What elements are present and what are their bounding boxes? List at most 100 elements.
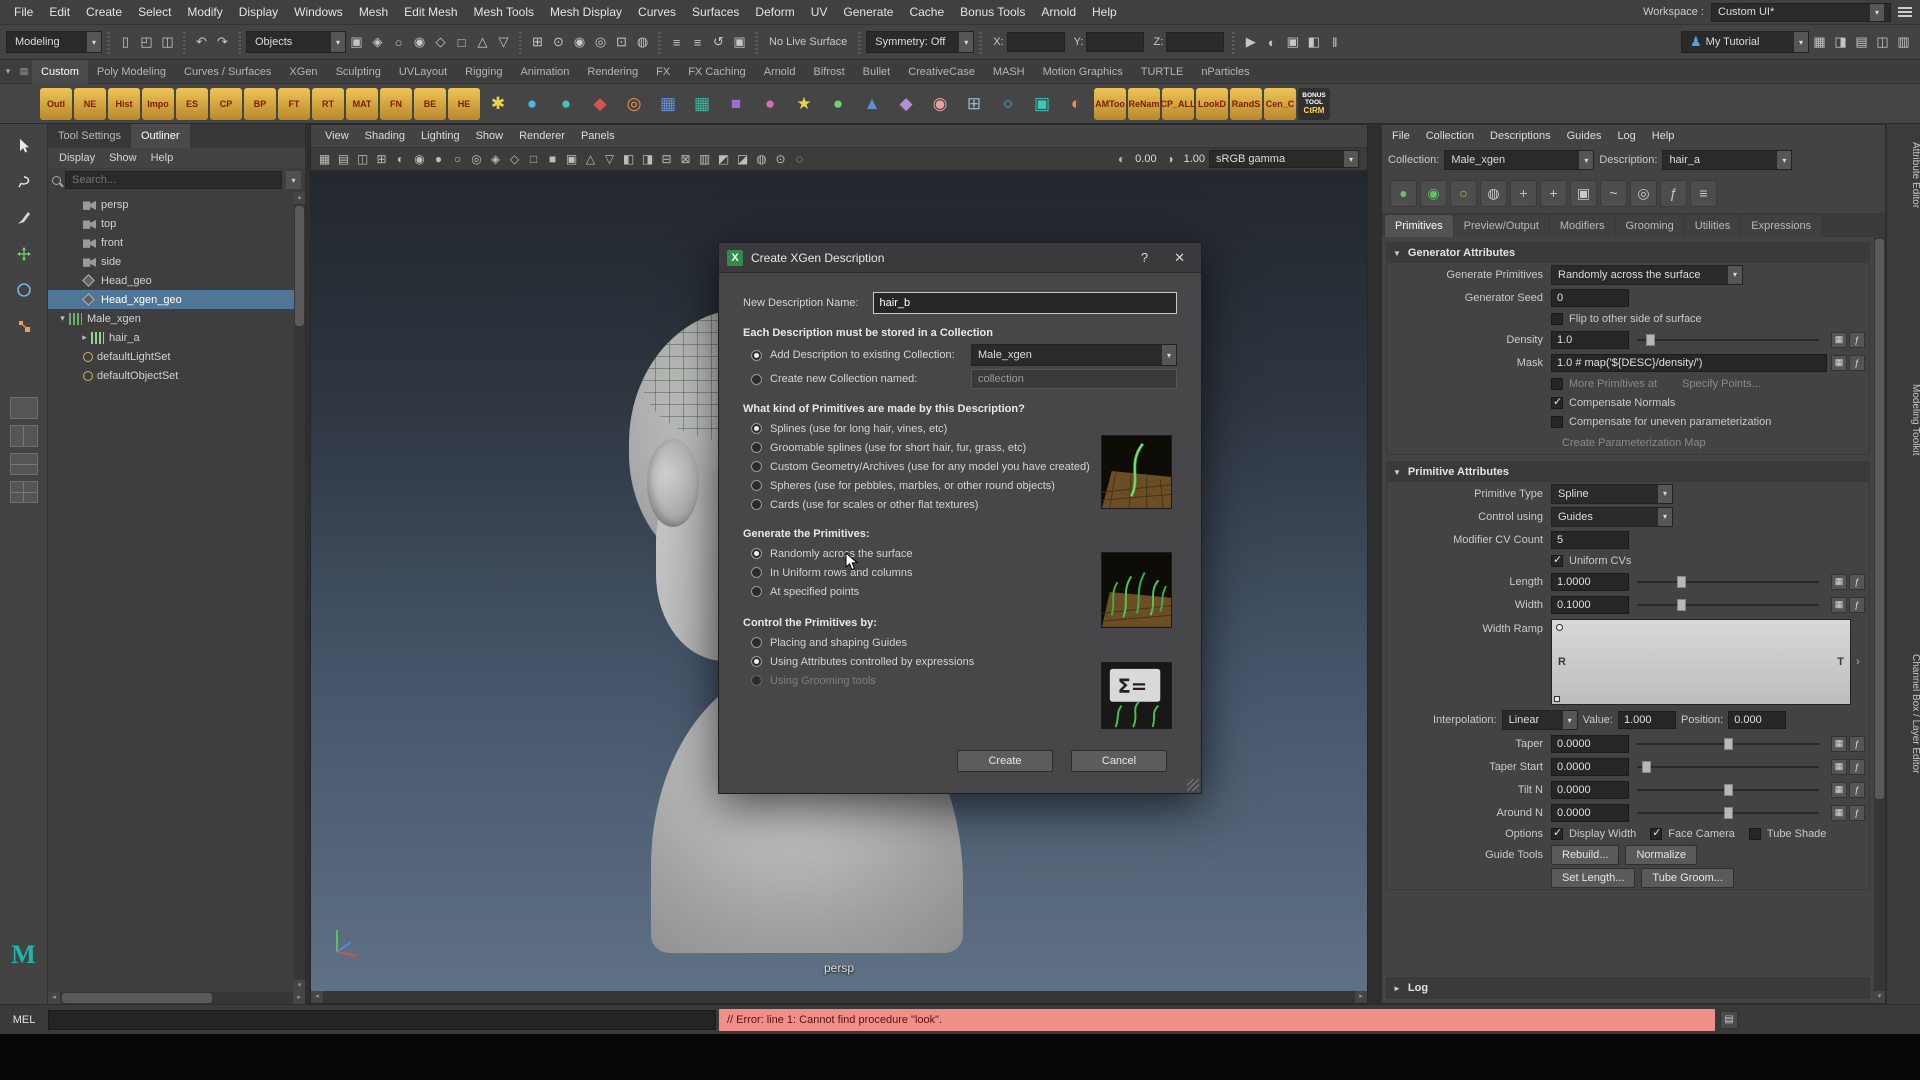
compensate-uneven-checkbox[interactable]: [1551, 416, 1563, 428]
textured-icon[interactable]: ◈: [486, 149, 505, 169]
search-filter-icon[interactable]: [286, 171, 301, 189]
expression-icon[interactable]: ƒ: [1849, 574, 1865, 590]
attribute-value-input[interactable]: 0.0000: [1551, 781, 1629, 799]
shelf-tab[interactable]: MASH: [984, 60, 1034, 84]
expression-icon[interactable]: ƒ: [1849, 355, 1865, 371]
rotate-tool-icon[interactable]: [7, 274, 41, 306]
screen-ao-icon[interactable]: ■: [543, 149, 562, 169]
command-feedback-error[interactable]: // Error: line 1: Cannot find procedure …: [719, 1009, 1715, 1031]
guide-tool-button[interactable]: Tube Groom...: [1641, 868, 1734, 888]
shelf-tool-5[interactable]: ◎: [618, 88, 650, 120]
grid-icon[interactable]: ◍: [752, 149, 771, 169]
dialog-resize-grip[interactable]: [1187, 779, 1199, 791]
select-camera-icon[interactable]: ▦: [315, 149, 334, 169]
menubar-item[interactable]: Windows: [286, 0, 351, 25]
attribute-value-input[interactable]: 0.1000: [1551, 596, 1629, 614]
shelf-item-fn[interactable]: FN: [380, 88, 412, 120]
expander-icon[interactable]: [78, 332, 91, 343]
shelf-item-he[interactable]: HE: [448, 88, 480, 120]
outliner-menu-item[interactable]: Help: [144, 152, 181, 164]
input-connections-icon[interactable]: ≡: [666, 31, 687, 53]
gamma-icon[interactable]: ▥: [695, 149, 714, 169]
menubar-item[interactable]: Bonus Tools: [952, 0, 1033, 25]
view-transform-icon[interactable]: ◩: [714, 149, 733, 169]
shelf-item-ctrm[interactable]: BONUS TOOL CtRM: [1298, 88, 1330, 120]
snap-to-grid-icon[interactable]: ⊞: [527, 31, 548, 53]
texture-map-icon[interactable]: ▦: [1831, 597, 1847, 613]
attribute-slider[interactable]: [1637, 782, 1819, 798]
panel-tab[interactable]: Tool Settings: [48, 124, 131, 148]
menubar-item[interactable]: Curves: [630, 0, 684, 25]
viewport-menu-item[interactable]: Show: [468, 130, 512, 142]
shelf-tool-14[interactable]: ◉: [924, 88, 956, 120]
menubar-item[interactable]: Mesh Tools: [466, 0, 542, 25]
two-pane-side-layout-button[interactable]: [10, 425, 38, 447]
menubar-item[interactable]: Mesh Display: [542, 0, 630, 25]
attribute-value-input[interactable]: 0.0000: [1551, 758, 1629, 776]
wireframe-icon[interactable]: ○: [448, 149, 467, 169]
outliner-menu-item[interactable]: Show: [102, 152, 144, 164]
attribute-value-input[interactable]: 0.0000: [1551, 735, 1629, 753]
selection-mask-dropdown[interactable]: Objects: [246, 31, 346, 53]
cancel-button[interactable]: Cancel: [1071, 750, 1167, 772]
dialog-titlebar[interactable]: X Create XGen Description ? ✕: [719, 243, 1201, 273]
xgen-tab[interactable]: Grooming: [1616, 215, 1684, 237]
symmetry-dropdown[interactable]: Symmetry: Off: [866, 31, 974, 53]
shelf-tool-16[interactable]: ○: [992, 88, 1024, 120]
shelf-tool-18[interactable]: ◐: [1060, 88, 1092, 120]
option-checkbox[interactable]: [1749, 828, 1761, 840]
new-collection-radio-row[interactable]: Create new Collection named:: [743, 367, 1177, 391]
expression-icon[interactable]: ƒ: [1849, 736, 1865, 752]
shelf-editor-icon[interactable]: ▤: [16, 66, 32, 77]
scale-tool-icon[interactable]: [7, 310, 41, 342]
outliner-item[interactable]: hair_a: [48, 328, 294, 347]
shelf-tab[interactable]: UVLayout: [390, 60, 456, 84]
outliner-item[interactable]: defaultLightSet: [48, 347, 294, 366]
shelf-tab[interactable]: Sculpting: [327, 60, 390, 84]
depth-peeling-icon[interactable]: ▽: [600, 149, 619, 169]
xgen-menu-item[interactable]: Log: [1609, 130, 1643, 142]
outliner-vertical-scrollbar[interactable]: [294, 192, 305, 992]
generator-seed-input[interactable]: 0: [1551, 289, 1629, 307]
menubar-item[interactable]: Create: [78, 0, 130, 25]
viewport-menu-item[interactable]: Shading: [357, 130, 413, 142]
chevron-down-icon[interactable]: [1563, 711, 1577, 729]
shelf-tool-9[interactable]: ●: [754, 88, 786, 120]
shaded-icon[interactable]: ◎: [467, 149, 486, 169]
expression-icon[interactable]: ƒ: [1849, 759, 1865, 775]
create-parameterization-map-button[interactable]: Create Parameterization Map: [1551, 433, 1717, 453]
view-transform-dropdown[interactable]: sRGB gamma: [1209, 150, 1359, 168]
collection-dropdown[interactable]: Male_xgen: [1444, 150, 1594, 170]
shelf-item-ft[interactable]: FT: [278, 88, 310, 120]
generator-attributes-header[interactable]: Generator Attributes: [1387, 243, 1869, 263]
attribute-slider[interactable]: [1637, 597, 1819, 613]
outliner-item[interactable]: Head_xgen_geo: [48, 290, 294, 309]
xgen-menu-item[interactable]: Collection: [1418, 130, 1482, 142]
specify-points-button[interactable]: Specify Points...: [1671, 374, 1772, 394]
radio-icon[interactable]: [751, 637, 762, 648]
command-line-input[interactable]: [48, 1010, 716, 1030]
shelf-tool-10[interactable]: ★: [788, 88, 820, 120]
radio-icon[interactable]: [751, 350, 762, 361]
select-point-icon[interactable]: ◉: [409, 31, 430, 53]
chevron-down-icon[interactable]: [1579, 151, 1593, 169]
shelf-tab[interactable]: nParticles: [1192, 60, 1258, 84]
xray-icon[interactable]: ◨: [638, 149, 657, 169]
guide-lock-icon[interactable]: ▣: [1570, 180, 1597, 207]
menubar-item[interactable]: Mesh: [351, 0, 396, 25]
outliner-item[interactable]: defaultObjectSet: [48, 366, 294, 385]
ramp-position-input[interactable]: 0.000: [1728, 711, 1786, 729]
description-name-input[interactable]: [873, 292, 1177, 314]
multisample-icon[interactable]: △: [581, 149, 600, 169]
shelf-item-es[interactable]: ES: [176, 88, 208, 120]
guide-tool-button[interactable]: Set Length...: [1551, 868, 1635, 888]
radio-icon[interactable]: [751, 480, 762, 491]
snap-to-curve-icon[interactable]: ⊙: [548, 31, 569, 53]
xgen-tab[interactable]: Primitives: [1385, 215, 1453, 237]
shelf-item-cenc[interactable]: Cen_C: [1264, 88, 1296, 120]
script-editor-icon[interactable]: ▤: [1720, 1011, 1738, 1029]
radio-icon[interactable]: [751, 567, 762, 578]
select-hierarchy-icon[interactable]: ▣: [346, 31, 367, 53]
compensate-normals-checkbox[interactable]: [1551, 397, 1563, 409]
chevron-down-icon[interactable]: [1658, 485, 1672, 503]
